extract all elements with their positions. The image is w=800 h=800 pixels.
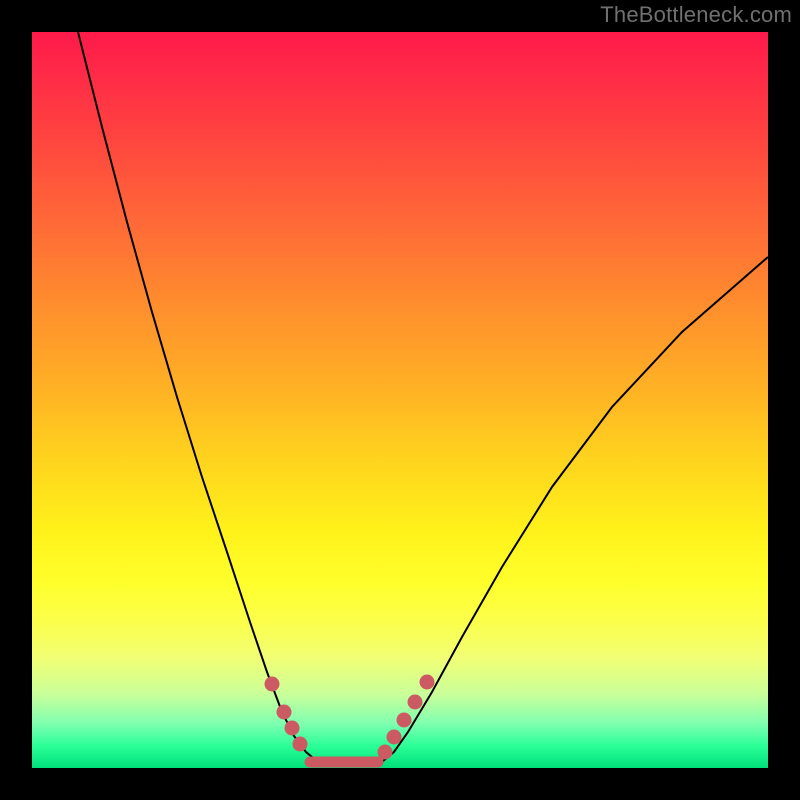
curve-marker [285,721,300,736]
curve-marker [420,675,435,690]
plot-area [32,32,768,768]
curve-marker [387,730,402,745]
watermark-text: TheBottleneck.com [600,2,792,28]
curve-marker [265,677,280,692]
curve-marker [277,705,292,720]
curve-marker [293,737,308,752]
curve-marker [408,695,423,710]
curve-marker [397,713,412,728]
bottleneck-curve [32,32,768,768]
curve-path [78,32,768,766]
chart-frame: TheBottleneck.com [0,0,800,800]
curve-marker [378,745,393,760]
